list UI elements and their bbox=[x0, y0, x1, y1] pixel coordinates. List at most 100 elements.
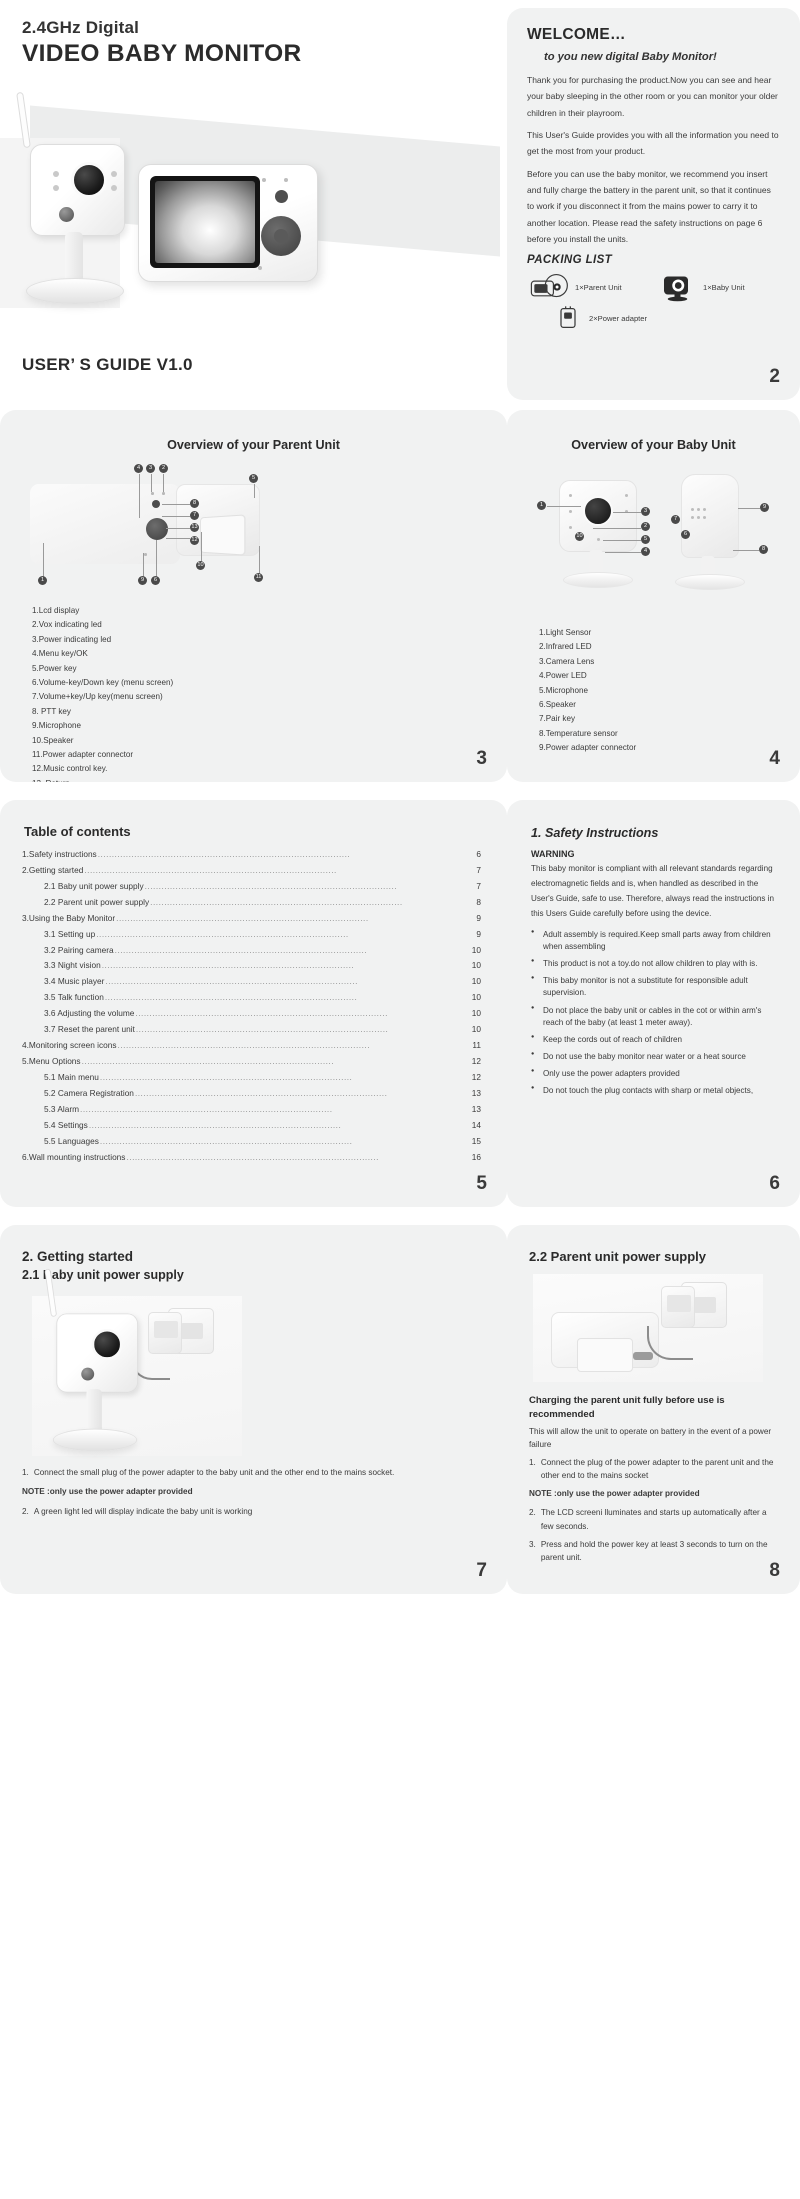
toc-row[interactable]: 5.5 Languages...........................… bbox=[22, 1134, 481, 1150]
ir-led-icon bbox=[111, 185, 117, 191]
toc-row[interactable]: 3.3 Night vision........................… bbox=[22, 958, 481, 974]
list-item: 11.Power adapter connector bbox=[32, 750, 134, 760]
camera-neck-shape bbox=[86, 1389, 102, 1434]
toc-leader-dots: ........................................… bbox=[101, 960, 355, 971]
toc-leader-dots: ........................................… bbox=[80, 1103, 333, 1114]
power-led-icon bbox=[162, 492, 165, 495]
toc-row-page: 8 bbox=[476, 896, 481, 907]
welcome-heading: WELCOME… bbox=[527, 26, 626, 43]
parent-overview-section: Overview of your Parent Unit 1 2 3 4 8 7… bbox=[0, 410, 507, 800]
toc-leader-dots: ........................................… bbox=[84, 864, 337, 875]
baby-overview-list: 1.Light Sensor 2.Infrared LED 3.Camera L… bbox=[539, 626, 774, 756]
safety-bullet-item: Do not place the baby unit or cables in … bbox=[531, 1004, 776, 1029]
callout-7: 7 bbox=[671, 515, 680, 524]
microphone-icon bbox=[258, 266, 262, 270]
step-text: Connect the plug of the power adapter to… bbox=[540, 1458, 774, 1481]
power-led-icon bbox=[597, 538, 600, 541]
toc-row-page: 12 bbox=[471, 1055, 481, 1066]
camera-lens-icon bbox=[583, 496, 613, 526]
charging-body: This will allow the unit to operate on b… bbox=[529, 1426, 772, 1449]
toc-row[interactable]: 5.2 Camera Registration.................… bbox=[22, 1086, 481, 1102]
list-item: 13. Return bbox=[32, 777, 481, 782]
camera-base-shape bbox=[52, 1428, 138, 1452]
baby-side-base-shape bbox=[675, 574, 745, 590]
step-item: 3. Press and hold the power key at least… bbox=[529, 1538, 776, 1564]
socket-slot-shape bbox=[694, 1297, 716, 1313]
baby-unit-icon bbox=[659, 272, 699, 302]
toc-leader-dots: ........................................… bbox=[81, 1055, 335, 1066]
step-number: 2. bbox=[22, 1507, 29, 1517]
toc-row[interactable]: 5.Menu Options..........................… bbox=[22, 1054, 481, 1070]
toc-row[interactable]: 2.Getting started.......................… bbox=[22, 863, 481, 879]
toc-row[interactable]: 5.3 Alarm...............................… bbox=[22, 1102, 481, 1118]
callout-9: 9 bbox=[760, 503, 769, 512]
dpad-control-icon bbox=[146, 518, 168, 540]
toc-row[interactable]: 3.6 Adjusting the volume................… bbox=[22, 1006, 481, 1022]
toc-row[interactable]: 3.Using the Baby Monitor................… bbox=[22, 911, 481, 927]
toc-row-label: 3.4 Music player bbox=[44, 976, 105, 987]
leader-line bbox=[143, 553, 144, 577]
toc-row[interactable]: 3.5 Talk function.......................… bbox=[22, 990, 481, 1006]
leader-line bbox=[733, 550, 759, 551]
parent-unit-diagram: 1 2 3 4 8 7 13 12 9 6 10 5 11 bbox=[26, 458, 481, 598]
toc-panel: Table of contents 1.Safety instructions.… bbox=[0, 800, 507, 1207]
page-number: 7 bbox=[476, 1560, 487, 1581]
manual-page-grid: 2.4GHz Digital VIDEO BABY MONITOR USER’ … bbox=[0, 0, 800, 1612]
list-item: 9.Power adapter connector bbox=[539, 743, 637, 753]
list-item: 3.Power indicating led bbox=[32, 634, 112, 644]
toc-row-label: 3.Using the Baby Monitor bbox=[22, 912, 116, 923]
toc-row[interactable]: 5.1 Main menu...........................… bbox=[22, 1070, 481, 1086]
toc-row-page: 10 bbox=[471, 944, 481, 955]
callout-3: 3 bbox=[146, 464, 155, 473]
step-number: 2. bbox=[529, 1508, 536, 1518]
callout-8: 8 bbox=[190, 499, 199, 508]
speaker-grill-icon bbox=[691, 508, 694, 511]
list-item: 1.Light Sensor bbox=[539, 628, 592, 637]
toc-row[interactable]: 3.2 Pairing camera......................… bbox=[22, 943, 481, 959]
toc-row[interactable]: 4.Monitoring screen icons...............… bbox=[22, 1038, 481, 1054]
toc-row[interactable]: 2.1 Baby unit power supply..............… bbox=[22, 879, 481, 895]
warning-label: WARNING bbox=[531, 849, 575, 859]
microphone-icon bbox=[144, 553, 147, 556]
list-item: 1.Lcd display bbox=[32, 606, 80, 615]
toc-row[interactable]: 2.2 Parent unit power supply............… bbox=[22, 895, 481, 911]
speaker-grill-icon bbox=[691, 516, 694, 519]
callout-4: 4 bbox=[641, 547, 650, 556]
callout-10: 10 bbox=[575, 532, 584, 541]
safety-section: 1. Safety Instructions WARNING This baby… bbox=[507, 800, 800, 1225]
toc-row[interactable]: 3.1 Setting up..........................… bbox=[22, 927, 481, 943]
safety-intro: This baby monitor is compliant with all … bbox=[531, 864, 774, 918]
toc-heading: Table of contents bbox=[24, 824, 131, 839]
toc-row[interactable]: 6.Wall mounting instructions............… bbox=[22, 1150, 481, 1166]
toc-row-label: 3.7 Reset the parent unit bbox=[44, 1024, 135, 1035]
list-item: 8. PTT key bbox=[32, 706, 71, 716]
leader-line bbox=[547, 506, 581, 507]
toc-row-label: 5.Menu Options bbox=[22, 1055, 81, 1066]
toc-row[interactable]: 3.4 Music player........................… bbox=[22, 974, 481, 990]
packing-list-heading: PACKING LIST bbox=[527, 254, 613, 267]
leader-line bbox=[156, 540, 157, 577]
toc-list: 1.Safety instructions...................… bbox=[22, 847, 481, 1165]
toc-row[interactable]: 3.7 Reset the parent unit...............… bbox=[22, 1022, 481, 1038]
callout-8: 8 bbox=[759, 545, 768, 554]
kickstand-shape bbox=[200, 514, 246, 556]
toc-row[interactable]: 1.Safety instructions...................… bbox=[22, 847, 481, 863]
baby-base-shape bbox=[563, 572, 633, 588]
toc-leader-dots: ........................................… bbox=[104, 992, 358, 1003]
toc-row-label: 2.1 Baby unit power supply bbox=[44, 880, 144, 891]
toc-leader-dots: ........................................… bbox=[126, 1151, 379, 1162]
toc-leader-dots: ........................................… bbox=[114, 944, 368, 955]
leader-line bbox=[151, 474, 152, 492]
toc-section: Table of contents 1.Safety instructions.… bbox=[0, 800, 507, 1225]
callout-4: 4 bbox=[134, 464, 143, 473]
leader-line bbox=[603, 540, 641, 541]
parent-overview-panel: Overview of your Parent Unit 1 2 3 4 8 7… bbox=[0, 410, 507, 782]
toc-row-page: 10 bbox=[471, 1024, 481, 1035]
toc-row-page: 6 bbox=[476, 849, 481, 859]
toc-row[interactable]: 5.4 Settings............................… bbox=[22, 1118, 481, 1134]
toc-row-page: 10 bbox=[471, 992, 481, 1003]
camera-base-shape bbox=[26, 278, 124, 304]
infrared-led-icon bbox=[569, 526, 572, 529]
callout-6: 6 bbox=[151, 576, 160, 585]
parent-power-panel: 2.2 Parent unit power supply Charging th… bbox=[507, 1225, 800, 1594]
